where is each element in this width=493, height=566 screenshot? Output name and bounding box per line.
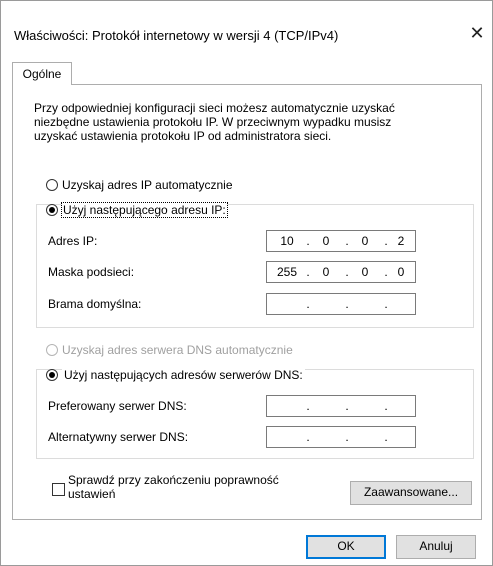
radio-ip-manual[interactable] [46,204,58,216]
radio-ip-auto[interactable] [46,179,58,191]
preferred-dns-label: Preferowany serwer DNS: [48,399,187,413]
window-title: Właściwości: Protokół internetowy w wers… [14,28,339,43]
subnet-mask-label: Maska podsieci: [48,265,135,279]
description-text: Przy odpowiedniej konfiguracji sieci moż… [34,101,395,143]
default-gateway-field[interactable]: . . . [266,293,416,315]
advanced-button[interactable]: Zaawansowane... [350,481,472,505]
preferred-dns-field[interactable]: . . . [266,395,416,417]
alternate-dns-field[interactable]: . . . [266,426,416,448]
ip-address-field[interactable]: 10 . 0 . 0 . 2 [266,230,416,252]
tab-general[interactable]: Ogólne [12,62,72,85]
radio-dns-auto-label[interactable]: Uzyskaj adres serwera DNS automatycznie [62,343,293,357]
ip-address-label: Adres IP: [48,234,98,248]
close-icon[interactable]: ✕ [466,22,488,44]
radio-ip-auto-label[interactable]: Uzyskaj adres IP automatycznie [62,178,233,192]
radio-dns-manual-label[interactable]: Użyj następujących adresów serwerów DNS: [62,368,305,382]
subnet-mask-field[interactable]: 255 . 0 . 0 . 0 [266,261,416,283]
alternate-dns-label: Alternatywny serwer DNS: [48,430,189,444]
radio-ip-manual-label[interactable]: Użyj następującego adresu IP: [61,202,228,218]
radio-dns-manual[interactable] [46,369,58,381]
validate-checkbox[interactable] [52,483,65,496]
ok-button[interactable]: OK [306,535,386,559]
validate-label[interactable]: Sprawdź przy zakończeniu poprawność usta… [68,473,328,501]
cancel-button[interactable]: Anuluj [396,535,476,559]
radio-dns-auto[interactable] [46,344,58,356]
default-gateway-label: Brama domyślna: [48,297,142,311]
